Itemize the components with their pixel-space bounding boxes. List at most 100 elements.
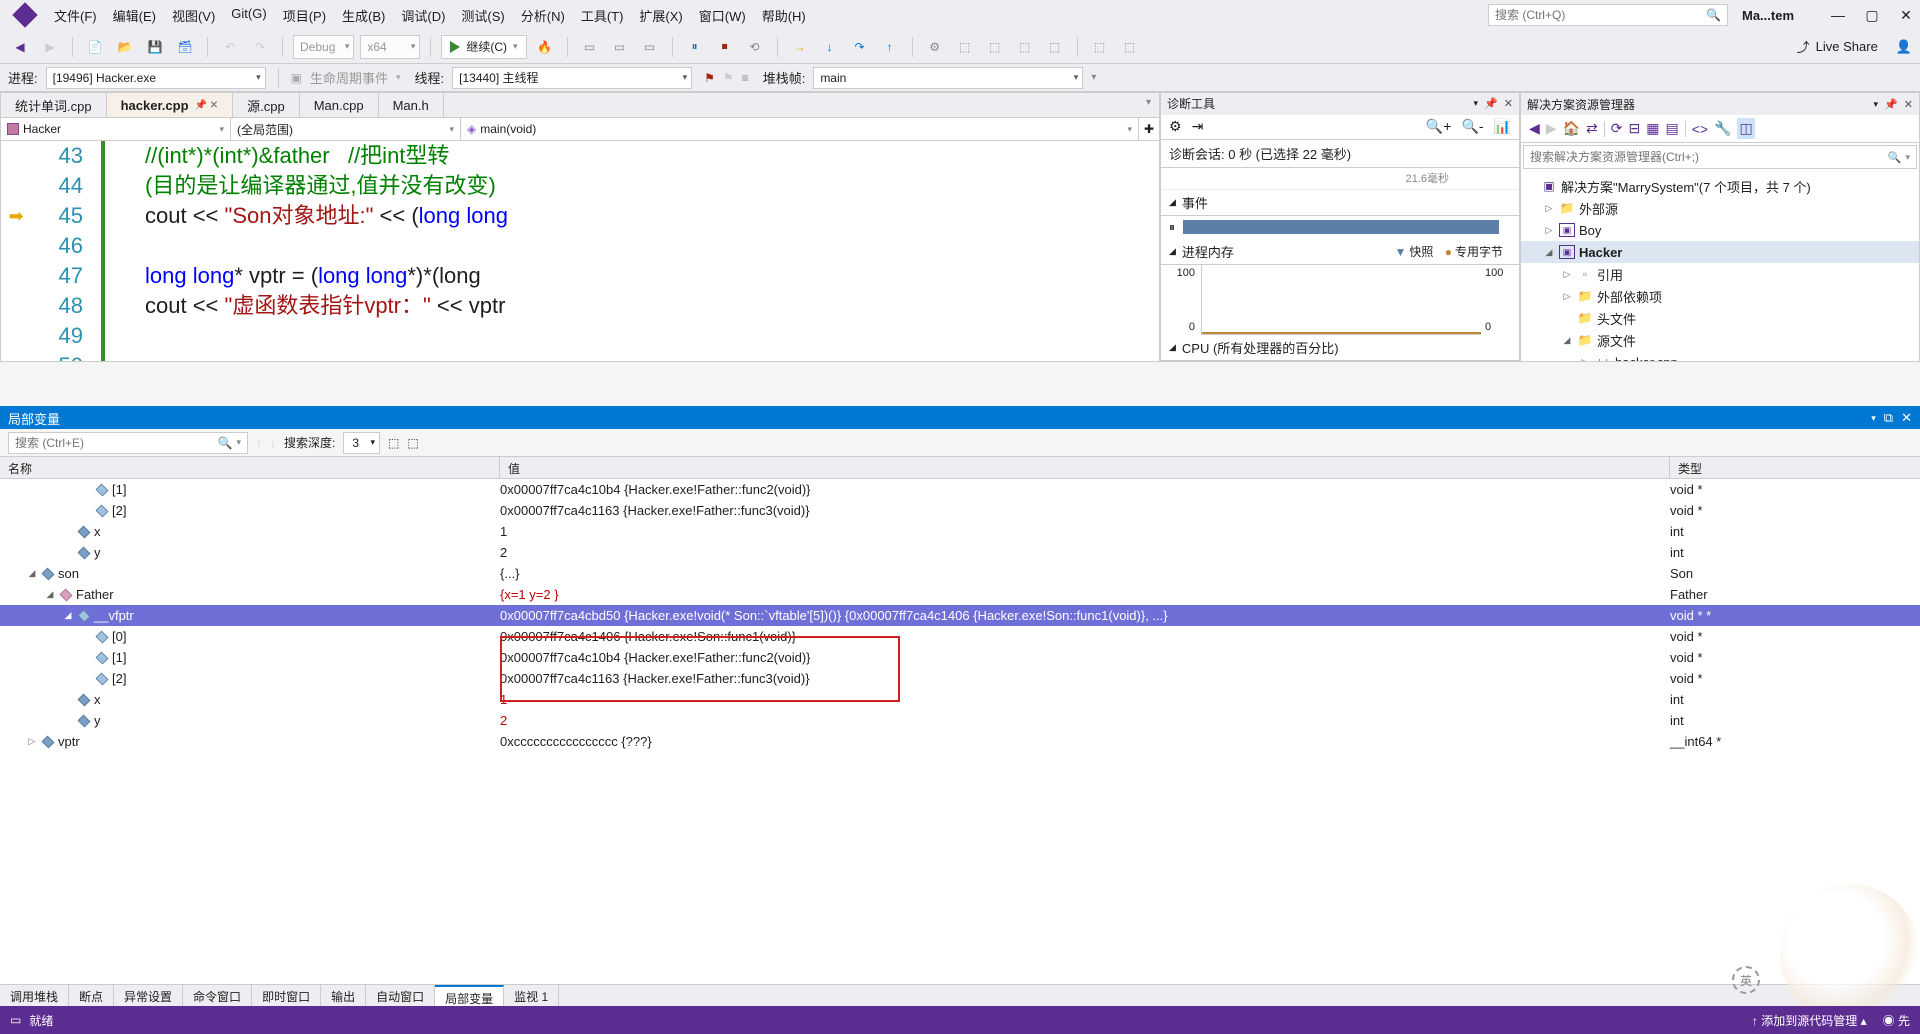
flag2-icon[interactable]: ⚑ bbox=[723, 71, 734, 85]
properties-icon[interactable]: ▤ bbox=[1665, 120, 1678, 137]
global-search[interactable]: 🔍 bbox=[1488, 4, 1728, 26]
tb-misc-1[interactable]: ⚙ bbox=[923, 35, 947, 59]
diag-cpu-header[interactable]: CPU (所有处理器的百分比) bbox=[1161, 335, 1519, 361]
back-icon[interactable]: ◀ bbox=[1529, 120, 1540, 137]
fwd-icon[interactable]: ▶ bbox=[1546, 120, 1557, 137]
tb-misc-2[interactable]: ⬚ bbox=[953, 35, 977, 59]
undo-button[interactable]: ↶ bbox=[218, 35, 242, 59]
save-button[interactable]: 💾 bbox=[143, 35, 167, 59]
tree-item[interactable]: ▷▫引用 bbox=[1521, 263, 1919, 285]
menu-item[interactable]: 视图(V) bbox=[164, 2, 223, 29]
platform-combo[interactable]: x64 bbox=[360, 35, 420, 59]
minimize-button[interactable]: — bbox=[1832, 9, 1844, 21]
locals-row[interactable]: [0]0x00007ff7ca4c1406 {Hacker.exe!Son::f… bbox=[0, 626, 1920, 647]
reset-zoom-icon[interactable]: 📊 bbox=[1494, 118, 1511, 135]
locals-row[interactable]: [1]0x00007ff7ca4c10b4 {Hacker.exe!Father… bbox=[0, 479, 1920, 500]
menu-item[interactable]: 窗口(W) bbox=[691, 2, 754, 29]
tree-item[interactable]: ▷++hacker.cpp bbox=[1521, 351, 1919, 361]
search-down-icon[interactable]: ↓ bbox=[270, 436, 276, 450]
tb-misc-7[interactable]: ⬚ bbox=[1118, 35, 1142, 59]
bottom-tab[interactable]: 局部变量 bbox=[435, 985, 504, 1006]
code-icon[interactable]: <> bbox=[1692, 121, 1708, 137]
sol-dropdown-icon[interactable]: ▾ bbox=[1874, 99, 1879, 110]
locals-row[interactable]: ▷vptr0xcccccccccccccccc {???}__int64 * bbox=[0, 731, 1920, 752]
sol-search-input[interactable] bbox=[1530, 150, 1888, 164]
stack-combo[interactable]: main bbox=[813, 67, 1083, 89]
config-combo[interactable]: Debug bbox=[293, 35, 354, 59]
tb-misc-4[interactable]: ⬚ bbox=[1013, 35, 1037, 59]
refresh-icon[interactable]: ⟳ bbox=[1611, 120, 1623, 137]
bottom-tab[interactable]: 即时窗口 bbox=[252, 985, 321, 1006]
locals-dropdown-icon[interactable]: ▾ bbox=[1871, 413, 1876, 424]
nav-fwd-button[interactable]: ▶ bbox=[38, 35, 62, 59]
step-out-button[interactable]: ↑ bbox=[878, 35, 902, 59]
close-icon[interactable]: ✕ bbox=[1504, 97, 1513, 110]
tree-item[interactable]: ▷📁外部源 bbox=[1521, 197, 1919, 219]
solution-tree[interactable]: ▣解决方案"MarrySystem"(7 个项目，共 7 个)▷📁外部源▷▣Bo… bbox=[1521, 171, 1919, 361]
show-next-button[interactable]: → bbox=[788, 35, 812, 59]
sync-icon[interactable]: ⇄ bbox=[1586, 120, 1598, 137]
live-share-button[interactable]: Live Share bbox=[1816, 39, 1878, 54]
new-file-button[interactable]: 📄 bbox=[83, 35, 107, 59]
continue-button[interactable]: 继续(C) ▾ bbox=[441, 35, 526, 59]
show-all-icon[interactable]: ▦ bbox=[1646, 120, 1659, 137]
menu-item[interactable]: 文件(F) bbox=[46, 2, 105, 29]
thread-combo[interactable]: [13440] 主线程 bbox=[452, 67, 692, 89]
restart-button[interactable]: ⟲ bbox=[743, 35, 767, 59]
tree-item[interactable]: ▷📁外部依赖项 bbox=[1521, 285, 1919, 307]
locals-rows[interactable]: [1]0x00007ff7ca4c10b4 {Hacker.exe!Father… bbox=[0, 479, 1920, 984]
locals-row[interactable]: [2]0x00007ff7ca4c1163 {Hacker.exe!Father… bbox=[0, 668, 1920, 689]
tb-icon-1[interactable]: ▭ bbox=[578, 35, 602, 59]
locals-row[interactable]: [1]0x00007ff7ca4c10b4 {Hacker.exe!Father… bbox=[0, 647, 1920, 668]
code-editor[interactable]: ➡ 4344454647484950 //(int*)*(int*)&fathe… bbox=[1, 141, 1159, 361]
step-over-button[interactable]: ↷ bbox=[848, 35, 872, 59]
menu-item[interactable]: 生成(B) bbox=[334, 2, 393, 29]
diag-events-header[interactable]: 事件 bbox=[1161, 190, 1519, 216]
bottom-tab[interactable]: 监视 1 bbox=[504, 985, 559, 1006]
hot-reload-button[interactable]: 🔥 bbox=[533, 35, 557, 59]
pin-icon[interactable]: 📌 bbox=[1884, 98, 1898, 111]
file-tab[interactable]: 统计单词.cpp bbox=[1, 93, 107, 117]
file-tab[interactable]: 源.cpp bbox=[233, 93, 300, 117]
scope-class-combo[interactable]: Hacker bbox=[1, 118, 231, 140]
menu-item[interactable]: 编辑(E) bbox=[105, 2, 164, 29]
search-up-icon[interactable]: ↑ bbox=[256, 436, 262, 450]
menu-item[interactable]: 扩展(X) bbox=[631, 2, 690, 29]
open-button[interactable]: 📂 bbox=[113, 35, 137, 59]
locals-row[interactable]: x1int bbox=[0, 689, 1920, 710]
tab-dropdown-icon[interactable]: ▾ bbox=[1138, 93, 1159, 117]
locals-row[interactable]: x1int bbox=[0, 521, 1920, 542]
global-search-input[interactable] bbox=[1495, 8, 1706, 22]
pin-icon[interactable]: 📌 bbox=[1484, 97, 1498, 110]
locals-opt1-icon[interactable]: ⬚ bbox=[388, 436, 399, 450]
locals-row[interactable]: y2int bbox=[0, 542, 1920, 563]
menu-item[interactable]: Git(G) bbox=[223, 2, 274, 29]
tree-item[interactable]: ◢📁源文件 bbox=[1521, 329, 1919, 351]
bottom-tab[interactable]: 断点 bbox=[69, 985, 114, 1006]
diag-memory-header[interactable]: 进程内存 快照 专用字节 bbox=[1161, 239, 1519, 265]
process-combo[interactable]: [19496] Hacker.exe bbox=[46, 67, 266, 89]
tree-item[interactable]: ▷▣Boy bbox=[1521, 219, 1919, 241]
locals-search[interactable]: 🔍 ▾ bbox=[8, 432, 248, 454]
scope-scope-combo[interactable]: (全局范围) bbox=[231, 118, 461, 140]
file-tab[interactable]: Man.cpp bbox=[300, 93, 379, 117]
col-type[interactable]: 类型 bbox=[1670, 457, 1920, 478]
file-tab[interactable]: hacker.cpp 📌 ✕ bbox=[107, 93, 234, 117]
stack-opts-icon[interactable]: ▾ bbox=[1091, 72, 1096, 83]
depth-combo[interactable]: 3 bbox=[343, 432, 380, 454]
diag-dropdown-icon[interactable]: ▾ bbox=[1474, 98, 1479, 109]
collapse-icon[interactable]: ⊟ bbox=[1628, 120, 1640, 137]
locals-row[interactable]: [2]0x00007ff7ca4c1163 {Hacker.exe!Father… bbox=[0, 500, 1920, 521]
col-value[interactable]: 值 bbox=[500, 457, 1670, 478]
tb-misc-6[interactable]: ⬚ bbox=[1088, 35, 1112, 59]
view-icon[interactable]: ◫ bbox=[1737, 118, 1754, 139]
nav-back-button[interactable]: ◀ bbox=[8, 35, 32, 59]
add-source-control[interactable]: ↑ 添加到源代码管理 ▴ bbox=[1752, 1012, 1867, 1029]
menu-item[interactable]: 调试(D) bbox=[393, 2, 453, 29]
close-icon[interactable]: ✕ bbox=[1901, 410, 1912, 426]
ime-indicator[interactable]: 英 bbox=[1732, 966, 1760, 994]
col-name[interactable]: 名称 bbox=[0, 457, 500, 478]
wrench-icon[interactable]: 🔧 bbox=[1714, 120, 1731, 137]
menu-item[interactable]: 分析(N) bbox=[513, 2, 573, 29]
save-all-button[interactable]: 🗃 bbox=[173, 35, 197, 59]
